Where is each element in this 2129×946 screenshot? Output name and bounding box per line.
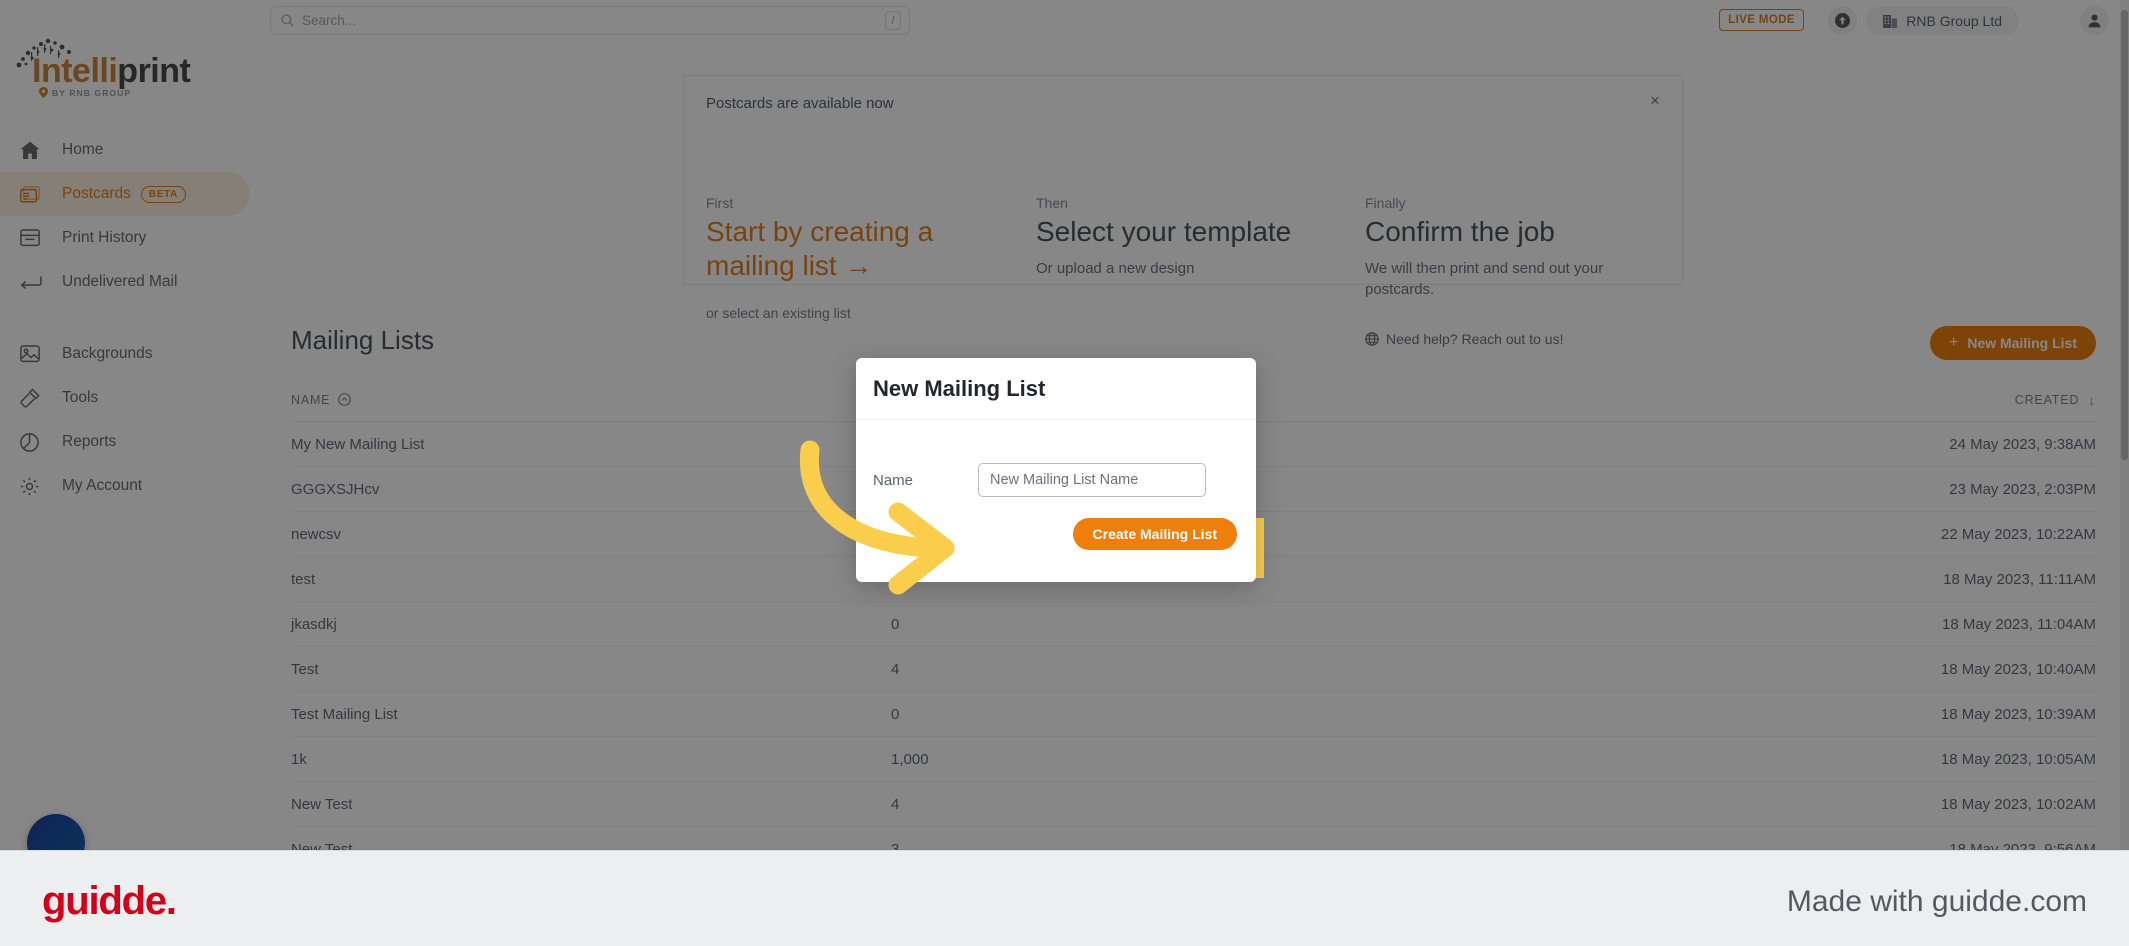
guidde-footer: guidde. Made with guidde.com: [0, 850, 2129, 946]
dialog-body: Name Create Mailing List: [856, 420, 1256, 581]
dialog-header: New Mailing List: [856, 358, 1256, 420]
dialog-title: New Mailing List: [873, 375, 1046, 401]
screen: Intelliprint BY RNB GROUP Home Postcards…: [0, 0, 2129, 946]
name-field-label: Name: [873, 471, 914, 489]
new-mailing-list-dialog: New Mailing List Name Create Mailing Lis…: [856, 358, 1256, 582]
dialog-actions: Create Mailing List: [1072, 518, 1237, 550]
create-mailing-list-button[interactable]: Create Mailing List: [1072, 518, 1237, 550]
name-field-row: Name: [873, 463, 1239, 497]
mailing-list-name-input[interactable]: [978, 463, 1206, 497]
guidde-logo: guidde.: [42, 879, 177, 923]
made-with-guidde-text: Made with guidde.com: [1786, 885, 2087, 918]
